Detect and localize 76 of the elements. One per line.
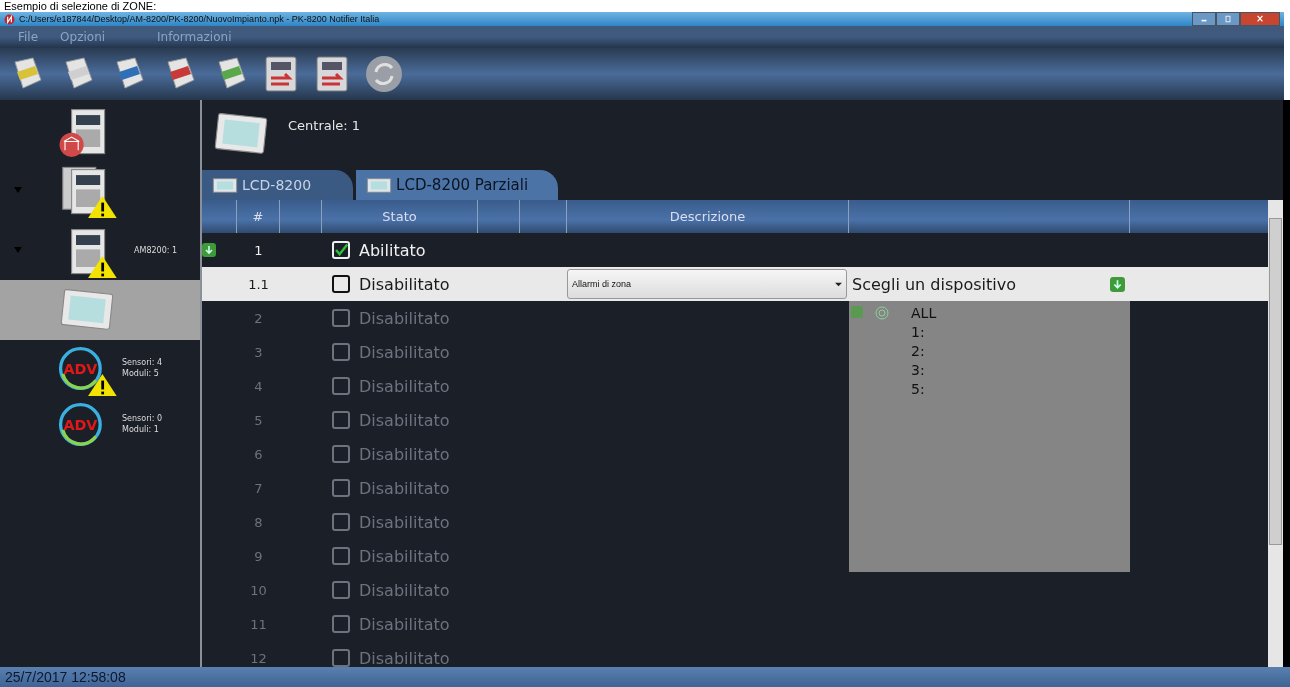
count-label: Sensori: 0 bbox=[122, 413, 162, 424]
status-label: Disabilitato bbox=[359, 444, 450, 464]
checkbox[interactable] bbox=[332, 547, 350, 565]
status-label: Disabilitato bbox=[359, 342, 450, 362]
status-label: Disabilitato bbox=[359, 478, 450, 498]
row-number: 7 bbox=[253, 479, 264, 498]
tree-item[interactable]: AM8200: 1 bbox=[0, 220, 200, 280]
row-number: 10 bbox=[249, 581, 268, 600]
menu-item[interactable]: Opzioni bbox=[60, 30, 106, 44]
tree-item-label: AM8200: 1 bbox=[134, 245, 178, 255]
status-label: Abilitato bbox=[359, 240, 426, 260]
row-number: 6 bbox=[253, 445, 264, 464]
tab[interactable]: LCD-8200 Parziali bbox=[356, 170, 559, 200]
menu-item[interactable]: Informazioni bbox=[157, 30, 232, 44]
status-label: Disabilitato bbox=[359, 546, 450, 566]
scrollbar[interactable] bbox=[1268, 200, 1283, 667]
maximize-icon bbox=[1223, 15, 1233, 23]
row-number: 1.1 bbox=[247, 275, 270, 294]
app-icon bbox=[4, 13, 15, 25]
checkbox[interactable] bbox=[332, 343, 350, 361]
row-number: 4 bbox=[253, 377, 264, 396]
caption-text: Esempio di selezione di ZONE: bbox=[3, 0, 158, 12]
row-number: 1 bbox=[253, 241, 264, 260]
column-header[interactable]: Stato bbox=[322, 200, 478, 233]
checkbox[interactable] bbox=[332, 377, 350, 395]
device-option[interactable]: 3: bbox=[911, 361, 925, 378]
minimize-button[interactable] bbox=[1192, 12, 1216, 26]
row-number: 3 bbox=[253, 343, 264, 362]
checkbox[interactable] bbox=[332, 513, 350, 531]
close-button[interactable] bbox=[1240, 12, 1280, 26]
row-number: 12 bbox=[249, 649, 268, 667]
checkbox[interactable] bbox=[332, 445, 350, 463]
device-option[interactable]: 5: bbox=[911, 380, 925, 397]
device-option[interactable]: ALL bbox=[911, 304, 937, 321]
column-header[interactable]: Descrizione bbox=[567, 200, 849, 233]
tree-item[interactable]: ADV Sensori: 4 Moduli: 5 bbox=[0, 340, 200, 396]
status-label: Disabilitato bbox=[359, 274, 450, 294]
checkbox[interactable] bbox=[332, 411, 350, 429]
device-option[interactable]: 1: bbox=[911, 323, 925, 340]
status-label: Disabilitato bbox=[359, 614, 450, 634]
checkbox[interactable] bbox=[332, 479, 350, 497]
device-option[interactable]: 2: bbox=[911, 342, 925, 359]
status-label: Disabilitato bbox=[359, 512, 450, 532]
tab[interactable]: LCD-8200 bbox=[202, 170, 354, 200]
selected-table-row[interactable]: 1.1 Disabilitato Allarmi di zona Scegli un dispositivo bbox=[202, 267, 1268, 301]
status-label: Disabilitato bbox=[359, 308, 450, 328]
device-chooser-label: Scegli un dispositivo bbox=[852, 274, 1016, 294]
toolbar-button[interactable] bbox=[363, 53, 405, 95]
status-label: Disabilitato bbox=[359, 376, 450, 396]
date-time: 25/7/2017 12:58:08 bbox=[5, 669, 126, 685]
checkbox[interactable] bbox=[332, 275, 350, 293]
checkbox[interactable] bbox=[332, 309, 350, 327]
status-label: Disabilitato bbox=[359, 410, 450, 430]
checkbox[interactable] bbox=[332, 581, 350, 599]
count-label: Moduli: 5 bbox=[122, 368, 160, 379]
count-label: Moduli: 1 bbox=[122, 424, 160, 435]
caret-icon bbox=[835, 280, 842, 288]
maximize-button[interactable] bbox=[1216, 12, 1240, 26]
row-number: 2 bbox=[253, 309, 264, 328]
sensor-icon bbox=[875, 305, 889, 320]
row-number: 11 bbox=[249, 615, 268, 634]
checkbox[interactable] bbox=[332, 615, 350, 633]
dropdown[interactable]: Allarmi di zona bbox=[567, 269, 847, 299]
tree-item[interactable]: ADV Sensori: 0 Moduli: 1 bbox=[0, 396, 200, 452]
window-title: C:/Users/e187844/Desktop/AM-8200/PK-8200/NuovoImpianto.npk - PK-8200 Notifier Italia bbox=[19, 14, 380, 24]
row-number: 5 bbox=[253, 411, 264, 430]
panel-title: Centrale: 1 bbox=[288, 117, 361, 133]
menu-item[interactable]: File bbox=[18, 30, 39, 44]
column-header[interactable]: # bbox=[237, 200, 280, 233]
status-label: Disabilitato bbox=[359, 648, 450, 667]
status-label: Disabilitato bbox=[359, 580, 450, 600]
row-number: 9 bbox=[253, 547, 264, 566]
display-panel-icon bbox=[210, 176, 240, 194]
row-number: 8 bbox=[253, 513, 264, 532]
count-label: Sensori: 4 bbox=[122, 357, 162, 368]
close-icon bbox=[1255, 15, 1265, 23]
